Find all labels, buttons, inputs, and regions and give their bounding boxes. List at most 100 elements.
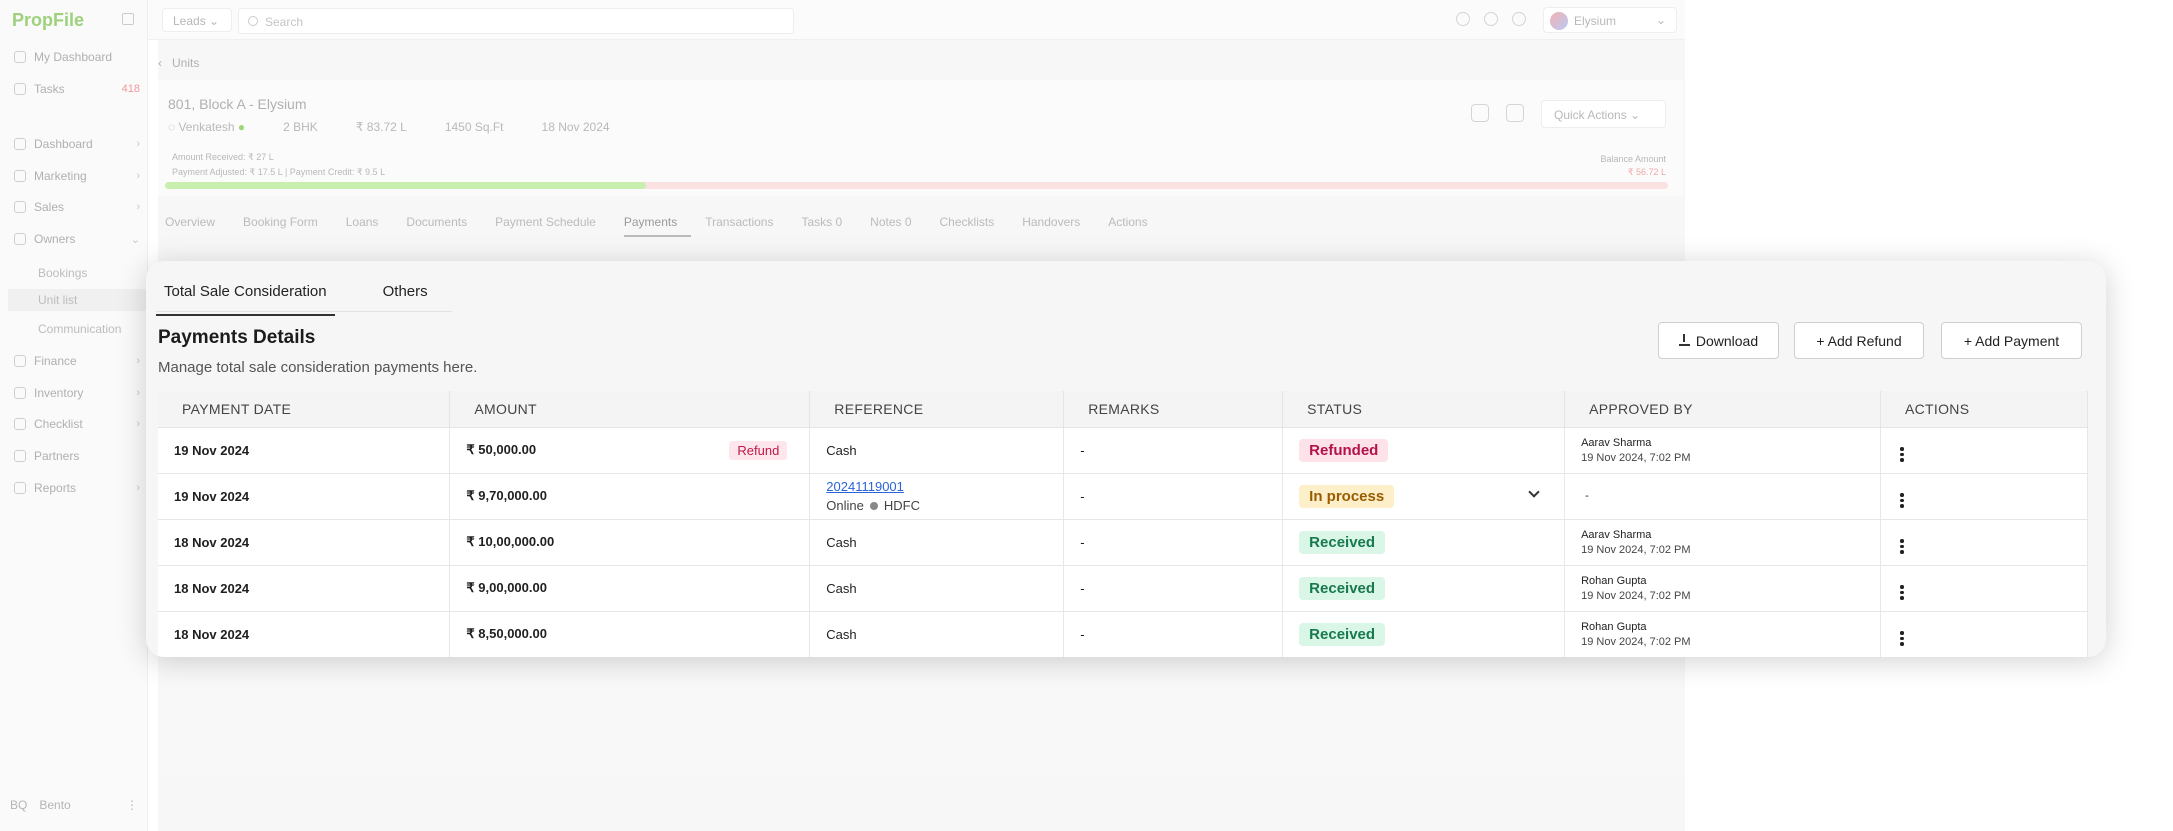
col-amount[interactable]: AMOUNT [449,391,811,428]
sidebar-sub-communication[interactable]: Communication [38,322,121,336]
more-vertical-icon[interactable] [1897,585,1907,600]
sidebar-item-reports[interactable]: Reports › [14,475,140,501]
sidebar-item-checklist[interactable]: Checklist › [14,411,140,437]
whatsapp-icon[interactable] [1506,104,1524,122]
mail-icon[interactable] [1471,104,1489,122]
page-subtitle: Manage total sale consideration payments… [158,359,478,376]
lock-icon[interactable] [122,13,134,25]
tab-overview[interactable]: Overview [165,215,229,237]
help-icon[interactable] [1512,12,1526,26]
table-header: PAYMENT DATE AMOUNT REFERENCE REMARKS ST… [158,391,2088,428]
unit-card [158,80,1683,196]
status-badge: Received [1299,530,1386,554]
payment-date: 19 Nov 2024 [158,473,451,520]
table-row: 19 Nov 2024 ₹ 50,000.00 Refund Cash - Refunde… [158,427,2088,474]
download-icon [1678,334,1690,346]
status-cell[interactable]: In process [1282,473,1566,520]
reference-link[interactable]: 20241119001 [826,479,1063,494]
tab-handovers[interactable]: Handovers [1022,215,1094,237]
tab-booking-form[interactable]: Booking Form [243,215,332,237]
user-icon [14,51,26,63]
col-status[interactable]: STATUS [1282,391,1566,428]
sidebar-item-my-dashboard[interactable]: My Dashboard [14,44,140,70]
col-payment-date[interactable]: PAYMENT DATE [158,391,451,428]
sidebar-item-finance[interactable]: Finance › [14,348,140,374]
quick-actions-button[interactable]: Quick Actions ⌄ [1541,100,1666,128]
approved-by-cell: Rohan Gupta 19 Nov 2024, 7:02 PM [1564,565,1881,612]
payment-date: 19 Nov 2024 [158,427,451,474]
status-cell: Received [1282,519,1566,566]
unit-date: 18 Nov 2024 [541,120,610,134]
sidebar-item-tasks[interactable]: Tasks 418 [14,76,140,102]
more-vertical-icon[interactable] [1897,631,1907,646]
sidebar-item-owners[interactable]: Owners ⌄ [14,226,140,252]
sidebar-item-dashboard[interactable]: Dashboard › [14,131,140,157]
tasks-icon [14,83,26,95]
balance-value: ₹ 56.72 L [1627,167,1666,177]
sidebar-item-inventory[interactable]: Inventory › [14,380,140,406]
sidebar-item-sales[interactable]: Sales › [14,194,140,220]
more-icon[interactable]: ⋮ [126,798,138,812]
unit-owner[interactable]: ◌ Venkatesh ● [168,120,245,134]
tab-payment-schedule[interactable]: Payment Schedule [495,215,610,237]
col-remarks[interactable]: REMARKS [1063,391,1284,428]
search-input[interactable]: Search [238,8,794,34]
breadcrumb[interactable]: ‹ Units [158,56,199,70]
tab-checklists[interactable]: Checklists [940,215,1009,237]
project-select[interactable]: Elysium ⌄ [1543,7,1677,33]
col-reference[interactable]: REFERENCE [809,391,1065,428]
tab-others[interactable]: Others [375,271,436,316]
reference-cell: Cash [809,427,1065,474]
amount-cell: ₹ 50,000.00 Refund [449,427,811,474]
bell-icon[interactable] [1456,12,1470,26]
gear-icon[interactable] [1484,12,1498,26]
tab-documents[interactable]: Documents [406,215,481,237]
tab-notes[interactable]: Notes 0 [870,215,925,237]
chevron-down-icon[interactable] [1528,485,1540,498]
megaphone-icon [14,170,26,182]
tab-payments[interactable]: Payments [623,215,692,237]
actions-cell [1880,427,2088,474]
amount-value: ₹ 9,00,000.00 [466,580,547,595]
col-approved-by[interactable]: APPROVED BY [1564,391,1881,428]
payments-details-card: Total Sale Consideration Others Payments… [146,261,2106,657]
user-profile[interactable]: BQ Bento ⋮ [10,798,138,812]
status-badge: Received [1299,622,1386,646]
actions-cell [1880,611,2088,657]
tab-loans[interactable]: Loans [346,215,393,237]
rupee-icon [14,355,26,367]
download-button[interactable]: Download [1658,322,1779,359]
status-badge: Refunded [1299,438,1389,462]
tab-total-sale-consideration[interactable]: Total Sale Consideration [156,271,335,316]
tab-actions[interactable]: Actions [1108,215,1161,237]
sidebar-sub-bookings[interactable]: Bookings [38,266,87,280]
approver-name: Aarav Sharma [1581,436,1652,449]
payment-adjusted: Payment Adjusted: ₹ 17.5 L | Payment Cre… [172,167,386,177]
actions-cell [1880,565,2088,612]
table-row: 19 Nov 2024 ₹ 9,70,000.00 20241119001 Onlin… [158,473,2088,520]
topbar: Leads ⌄ Search Elysium ⌄ [148,0,1685,40]
reference-cell: Cash [809,519,1065,566]
sidebar-sub-unit-list[interactable]: Unit list [8,289,148,311]
chevron-down-icon: ⌄ [130,233,140,246]
sidebar-item-partners[interactable]: Partners [14,443,140,469]
payment-progress-fill [165,182,646,189]
more-vertical-icon[interactable] [1897,539,1907,554]
more-vertical-icon[interactable] [1897,493,1907,508]
approved-by-cell: Aarav Sharma 19 Nov 2024, 7:02 PM [1564,519,1881,566]
approved-by-cell: Rohan Gupta 19 Nov 2024, 7:02 PM [1564,611,1881,657]
tab-transactions[interactable]: Transactions [705,215,787,237]
more-vertical-icon[interactable] [1897,447,1907,462]
col-actions: ACTIONS [1880,391,2088,428]
leads-select[interactable]: Leads ⌄ [162,8,232,32]
reference-mode: Cash [826,442,857,458]
payment-date: 18 Nov 2024 [158,519,451,566]
chart-icon [14,138,26,150]
sales-icon [14,201,26,213]
approved-by-cell: Aarav Sharma 19 Nov 2024, 7:02 PM [1564,427,1881,474]
sidebar-item-marketing[interactable]: Marketing › [14,163,140,189]
tab-tasks[interactable]: Tasks 0 [801,215,856,237]
add-payment-button[interactable]: + Add Payment [1941,322,2082,359]
add-refund-button[interactable]: + Add Refund [1794,322,1924,359]
chevron-down-icon: ⌄ [1655,13,1666,27]
